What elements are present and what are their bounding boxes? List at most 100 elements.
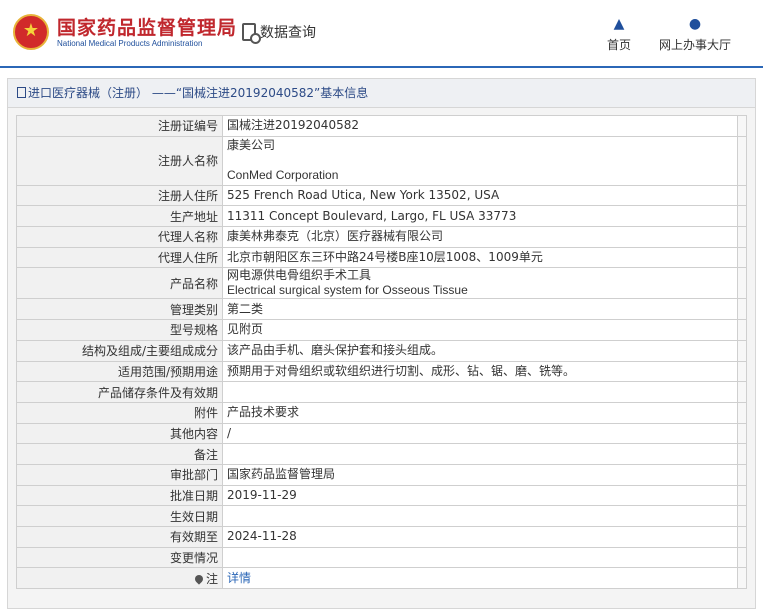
field-label-text: 备注 <box>193 447 218 462</box>
field-label: 注册证编号 <box>16 115 223 137</box>
document-search-icon <box>242 23 261 44</box>
field-label-text: 生效日期 <box>169 509 218 524</box>
field-label: 有效期至 <box>16 526 223 548</box>
row-edge <box>737 246 747 269</box>
field-value-text: 2024-11-28 <box>227 529 297 544</box>
table-row: 注册人住所 525 French Road Utica, New York 135… <box>16 184 747 207</box>
field-value: 第二类 <box>222 298 738 321</box>
field-label-text: 有效期至 <box>169 530 218 545</box>
table-row: 型号规格 见附页 <box>16 319 747 341</box>
field-label: 批准日期 <box>16 484 223 507</box>
field-label-text: 适用范围/预期用途 <box>117 364 218 379</box>
details-link[interactable]: 详情 <box>227 571 251 585</box>
pin-icon <box>193 573 205 585</box>
table-row: 注册证编号 国械注进20192040582 <box>16 115 747 137</box>
table-row: 产品名称 网电源供电骨组织手术工具 Electrical surgical syst… <box>16 267 747 300</box>
national-emblem-icon: ★ <box>13 14 49 50</box>
field-value: 预期用于对骨组织或软组织进行切割、成形、钻、锯、磨、铣等。 <box>222 360 738 383</box>
field-label: 注册人名称 <box>16 135 223 186</box>
nav-online-hall-label: 网上办事大厅 <box>658 38 731 52</box>
row-edge <box>737 226 747 248</box>
field-value: 国家药品监督管理局 <box>222 463 738 486</box>
field-label: 审批部门 <box>16 463 223 486</box>
row-edge <box>737 115 747 137</box>
field-label: 产品名称 <box>16 267 223 300</box>
field-label-text: 审批部门 <box>169 468 218 483</box>
field-value-text: 国械注进20192040582 <box>227 118 359 133</box>
field-label-text: 注 <box>205 571 218 586</box>
field-label-text: 注册人住所 <box>157 189 218 204</box>
field-label: 结构及组成/主要组成成分 <box>16 339 223 362</box>
row-edge <box>737 381 747 403</box>
row-edge <box>737 205 747 228</box>
nav-home[interactable]: ▲ 首页 <box>604 16 634 53</box>
field-value: 见附页 <box>222 319 738 341</box>
site-title: 国家药品监督管理局 <box>57 17 238 39</box>
field-value: / <box>222 422 738 445</box>
table-row: 其他内容 / <box>16 422 747 445</box>
field-label: 生产地址 <box>16 205 223 228</box>
field-label: 产品储存条件及有效期 <box>16 381 223 403</box>
field-value-text: 康美林弗泰克（北京）医疗器械有限公司 <box>227 229 444 244</box>
field-label-text: 其他内容 <box>169 426 218 441</box>
field-value <box>222 505 738 527</box>
row-edge <box>737 360 747 383</box>
row-edge <box>737 184 747 207</box>
table-row: 批准日期 2019-11-29 <box>16 484 747 507</box>
field-label: 生效日期 <box>16 505 223 527</box>
table-row: 代理人名称 康美林弗泰克（北京）医疗器械有限公司 <box>16 226 747 248</box>
row-edge <box>737 463 747 486</box>
nav-data-query[interactable]: 数据查询 <box>242 22 316 44</box>
table-row: 结构及组成/主要组成成分 该产品由手机、磨头保护套和接头组成。 <box>16 339 747 362</box>
nav-online-hall[interactable]: ● 网上办事大厅 <box>655 16 735 53</box>
field-label: 代理人名称 <box>16 226 223 248</box>
field-value-text: 北京市朝阳区东三环中路24号楼B座10层1008、1009单元 <box>227 250 543 265</box>
field-value-text: 11311 Concept Boulevard, Largo, FL USA 3… <box>227 208 517 223</box>
row-edge <box>737 443 747 465</box>
field-label: 附件 <box>16 401 223 424</box>
row-edge <box>737 339 747 362</box>
field-value-text: 2019-11-29 <box>227 487 297 502</box>
row-edge <box>737 135 747 186</box>
field-label-text: 产品名称 <box>169 276 218 291</box>
row-edge <box>737 267 747 300</box>
field-label-text: 注册人名称 <box>157 154 218 169</box>
row-edge <box>737 505 747 527</box>
field-value-line: Electrical surgical system for Osseous T… <box>227 283 468 298</box>
nav-data-query-label: 数据查询 <box>260 25 316 41</box>
field-label-text: 管理类别 <box>169 302 218 317</box>
row-edge <box>737 422 747 445</box>
field-label-text: 变更情况 <box>169 551 218 566</box>
field-label-text: 代理人名称 <box>157 230 218 245</box>
field-label-text: 注册证编号 <box>157 119 218 134</box>
field-value-line: 网电源供电骨组织手术工具 <box>227 268 372 283</box>
home-icon: ▲ <box>613 16 625 32</box>
field-label-text: 型号规格 <box>169 323 218 338</box>
row-edge <box>737 567 747 590</box>
field-label: 注册人住所 <box>16 184 223 207</box>
table-row: 注册人名称 康美公司 ConMed Corporation <box>16 135 747 186</box>
table-row: 适用范围/预期用途 预期用于对骨组织或软组织进行切割、成形、钻、锯、磨、铣等。 <box>16 360 747 383</box>
row-edge <box>737 298 747 321</box>
field-value-text: 预期用于对骨组织或软组织进行切割、成形、钻、锯、磨、铣等。 <box>227 363 576 378</box>
field-value: 该产品由手机、磨头保护套和接头组成。 <box>222 339 738 362</box>
field-value: 2024-11-28 <box>222 526 738 548</box>
field-value <box>222 546 738 569</box>
row-edge <box>737 319 747 341</box>
field-value: 国械注进20192040582 <box>222 115 738 137</box>
panel-title-text: 进口医疗器械（注册） ——“国械注进20192040582”基本信息 <box>28 86 369 100</box>
site-subtitle: National Medical Products Administration <box>57 39 203 48</box>
field-value-text: 国家药品监督管理局 <box>227 467 336 482</box>
field-value: 525 French Road Utica, New York 13502, U… <box>222 184 738 207</box>
table-row: 产品储存条件及有效期 <box>16 381 747 403</box>
row-edge <box>737 526 747 548</box>
info-panel: 进口医疗器械（注册） ——“国械注进20192040582”基本信息 注册证编号… <box>7 78 756 609</box>
field-label: 管理类别 <box>16 298 223 321</box>
row-edge <box>737 546 747 569</box>
field-value: 2019-11-29 <box>222 484 738 507</box>
field-value <box>222 381 738 403</box>
table-row: 变更情况 <box>16 546 747 569</box>
field-value-text: 525 French Road Utica, New York 13502, U… <box>227 188 500 203</box>
field-value-text: 见附页 <box>227 322 264 337</box>
field-value: 康美公司 ConMed Corporation <box>222 135 738 186</box>
